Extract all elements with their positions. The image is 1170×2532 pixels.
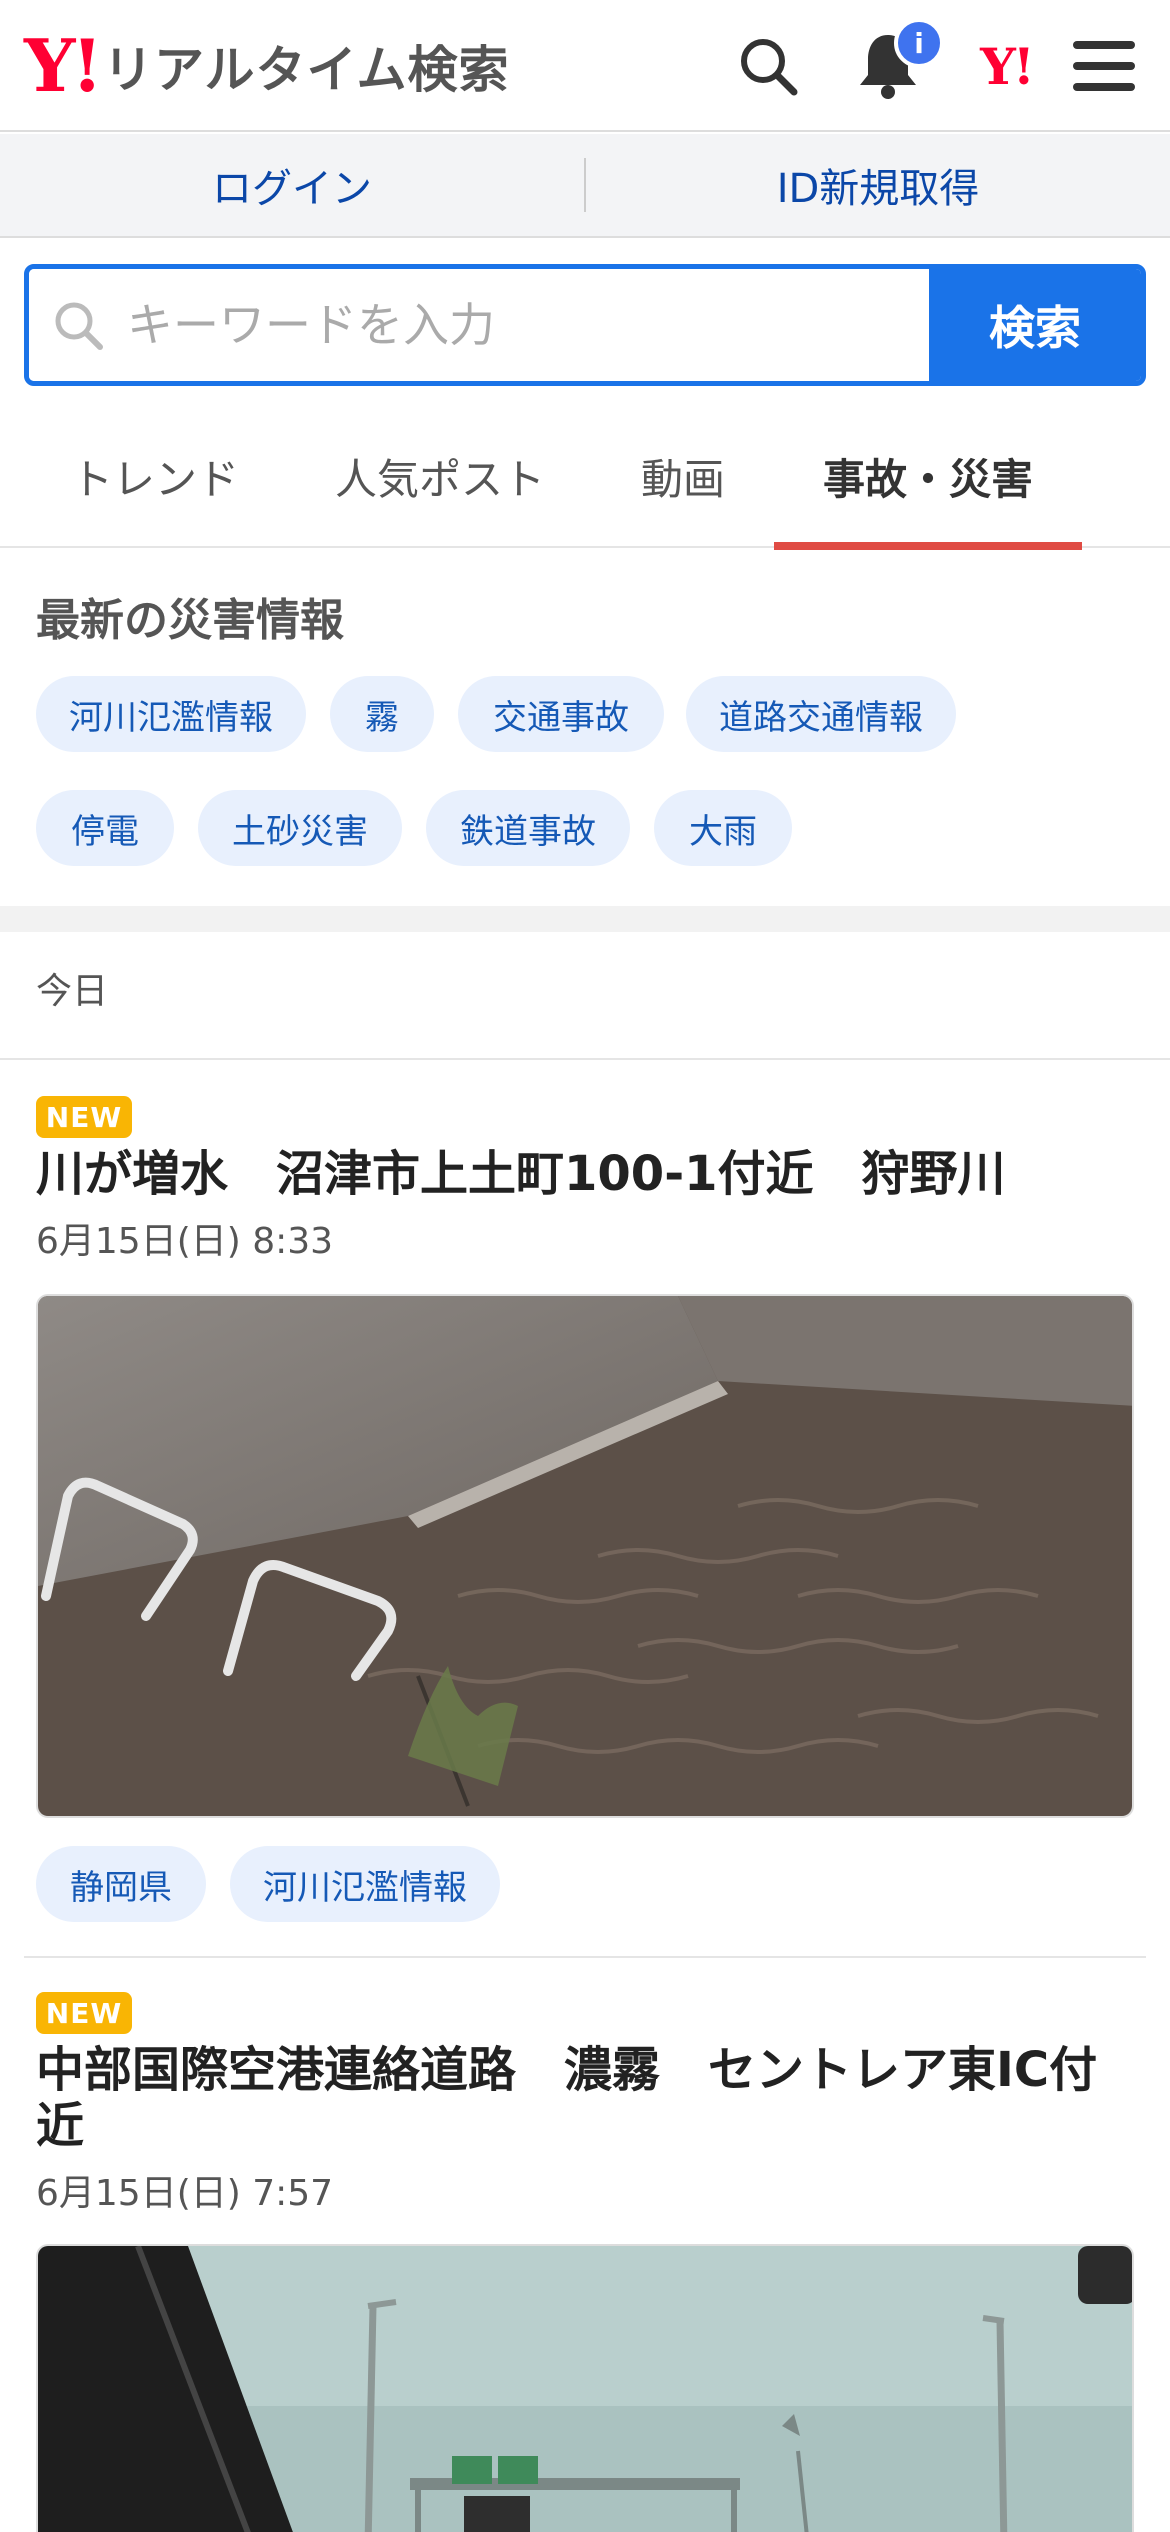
search-button[interactable]: 検索 [929,269,1141,381]
tab-popular-posts[interactable]: 人気ポスト [320,404,560,548]
chip-railway-accident[interactable]: 鉄道事故 [426,790,630,866]
hamburger-menu-icon[interactable] [1062,24,1146,108]
post-title[interactable]: 川が増水 沼津市上土町100-1付近 狩野川 [36,1146,1136,1202]
yahoo-home-icon[interactable]: Y! [964,24,1048,108]
notification-badge: i [894,18,944,68]
chip-heavy-rain[interactable]: 大雨 [654,790,792,866]
yahoo-mark: Y! [980,36,1035,96]
search-input[interactable] [127,298,929,352]
post-image-flooded-river[interactable] [36,1294,1134,1818]
chip-road-traffic[interactable]: 道路交通情報 [686,676,956,752]
chip-traffic-accident[interactable]: 交通事故 [458,676,664,752]
post-timestamp: 6月15日(日) 8:33 [36,1221,334,1262]
post-image-foggy-highway[interactable] [36,2244,1134,2532]
yahoo-realtime-logo[interactable]: Y! リアルタイム検索 [24,28,510,104]
chip-landslide[interactable]: 土砂災害 [198,790,402,866]
search-field-wrapper [29,269,929,381]
notification-bell-icon[interactable]: i [846,18,944,108]
logo-text: リアルタイム検索 [103,41,510,99]
category-tabs: トレンド 人気ポスト 動画 事故・災害 [0,404,1170,550]
divider [24,1956,1146,1958]
tab-video[interactable]: 動画 [612,404,754,548]
search-icon[interactable] [726,24,810,108]
search-bar: 検索 [24,264,1146,386]
day-heading: 今日 [36,971,109,1012]
chip-fog[interactable]: 霧 [330,676,434,752]
auth-bar: ログイン ID新規取得 [0,134,1170,238]
tag-river-flood[interactable]: 河川氾濫情報 [230,1846,500,1922]
tab-trend[interactable]: トレンド [40,404,270,548]
post-title[interactable]: 中部国際空港連絡道路 濃霧 セントレア東IC付近 [36,2042,1136,2154]
register-link[interactable]: ID新規取得 [586,156,1170,214]
tab-accidents-disasters[interactable]: 事故・災害 [774,404,1082,550]
login-link[interactable]: ログイン [0,156,584,214]
chip-river-flood[interactable]: 河川氾濫情報 [36,676,306,752]
new-badge: NEW [36,1992,132,2034]
app-header: Y! リアルタイム検索 i Y! [0,0,1170,132]
yahoo-logo-mark: Y! [24,23,103,108]
new-badge: NEW [36,1096,132,1138]
disaster-section-title: 最新の災害情報 [36,595,344,646]
chip-power-outage[interactable]: 停電 [36,790,174,866]
tag-shizuoka[interactable]: 静岡県 [36,1846,206,1922]
divider [0,1058,1170,1060]
search-field-icon [29,297,127,353]
section-divider [0,906,1170,932]
post-timestamp: 6月15日(日) 7:57 [36,2173,334,2214]
